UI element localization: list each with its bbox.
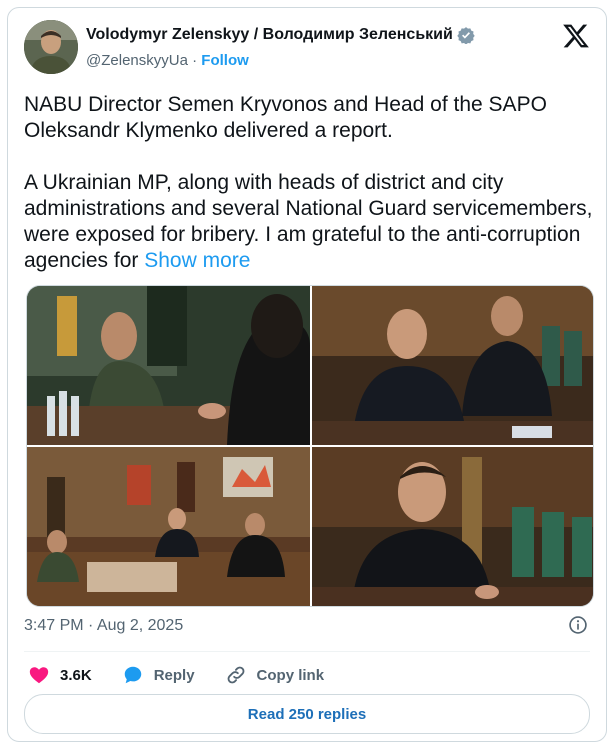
photo-official-portrait-icon xyxy=(312,447,593,606)
media-grid xyxy=(26,285,594,607)
tweet-paragraph-1: NABU Director Semen Kryvonos and Head of… xyxy=(24,93,547,142)
link-icon xyxy=(227,666,244,684)
action-bar: 3.6K Reply Copy link xyxy=(28,658,354,692)
like-button[interactable]: 3.6K xyxy=(28,664,92,686)
tweet-paragraph-2-text: A Ukrainian MP, along with heads of dist… xyxy=(24,171,593,272)
x-logo-icon[interactable] xyxy=(562,22,590,50)
photo-office-wide-icon xyxy=(27,447,310,606)
photo-3[interactable] xyxy=(27,447,310,606)
photo-2[interactable] xyxy=(312,286,593,445)
author-handle[interactable]: @ZelenskyyUa xyxy=(86,52,188,69)
info-icon[interactable] xyxy=(568,615,588,635)
copy-link-label: Copy link xyxy=(256,666,325,684)
avatar-photo-icon xyxy=(24,20,78,74)
separator-dot: · xyxy=(192,52,198,69)
tweet-card: Volodymyr Zelenskyy / Володимир Зеленськ… xyxy=(7,7,607,742)
tweet-text: NABU Director Semen Kryvonos and Head of… xyxy=(24,92,594,300)
timestamp[interactable]: 3:47 PM · Aug 2, 2025 xyxy=(24,617,183,635)
photo-meeting-closeup-icon xyxy=(27,286,310,445)
follow-button[interactable]: Follow xyxy=(201,52,249,69)
author-name-row: Volodymyr Zelenskyy / Володимир Зеленськ… xyxy=(86,26,475,44)
copy-link-button[interactable]: Copy link xyxy=(225,664,325,686)
reply-label: Reply xyxy=(153,666,195,684)
photo-two-officials-seated-icon xyxy=(312,286,593,445)
author-name[interactable]: Volodymyr Zelenskyy / Володимир Зеленськ… xyxy=(86,26,453,44)
verified-badge-icon xyxy=(457,27,475,44)
photo-1[interactable] xyxy=(27,286,310,445)
author-avatar[interactable] xyxy=(24,20,78,74)
like-count: 3.6K xyxy=(60,666,92,684)
tweet-paragraph-2: A Ukrainian MP, along with heads of dist… xyxy=(24,170,594,274)
author-handle-row: @ZelenskyyUa · Follow xyxy=(86,52,249,69)
show-more-link[interactable]: Show more xyxy=(144,249,250,272)
divider xyxy=(24,651,590,652)
heart-icon xyxy=(29,667,49,684)
photo-4[interactable] xyxy=(312,447,593,606)
reply-bubble-icon xyxy=(124,666,141,684)
reply-button[interactable]: Reply xyxy=(122,664,195,686)
read-replies-button[interactable]: Read 250 replies xyxy=(24,694,590,734)
